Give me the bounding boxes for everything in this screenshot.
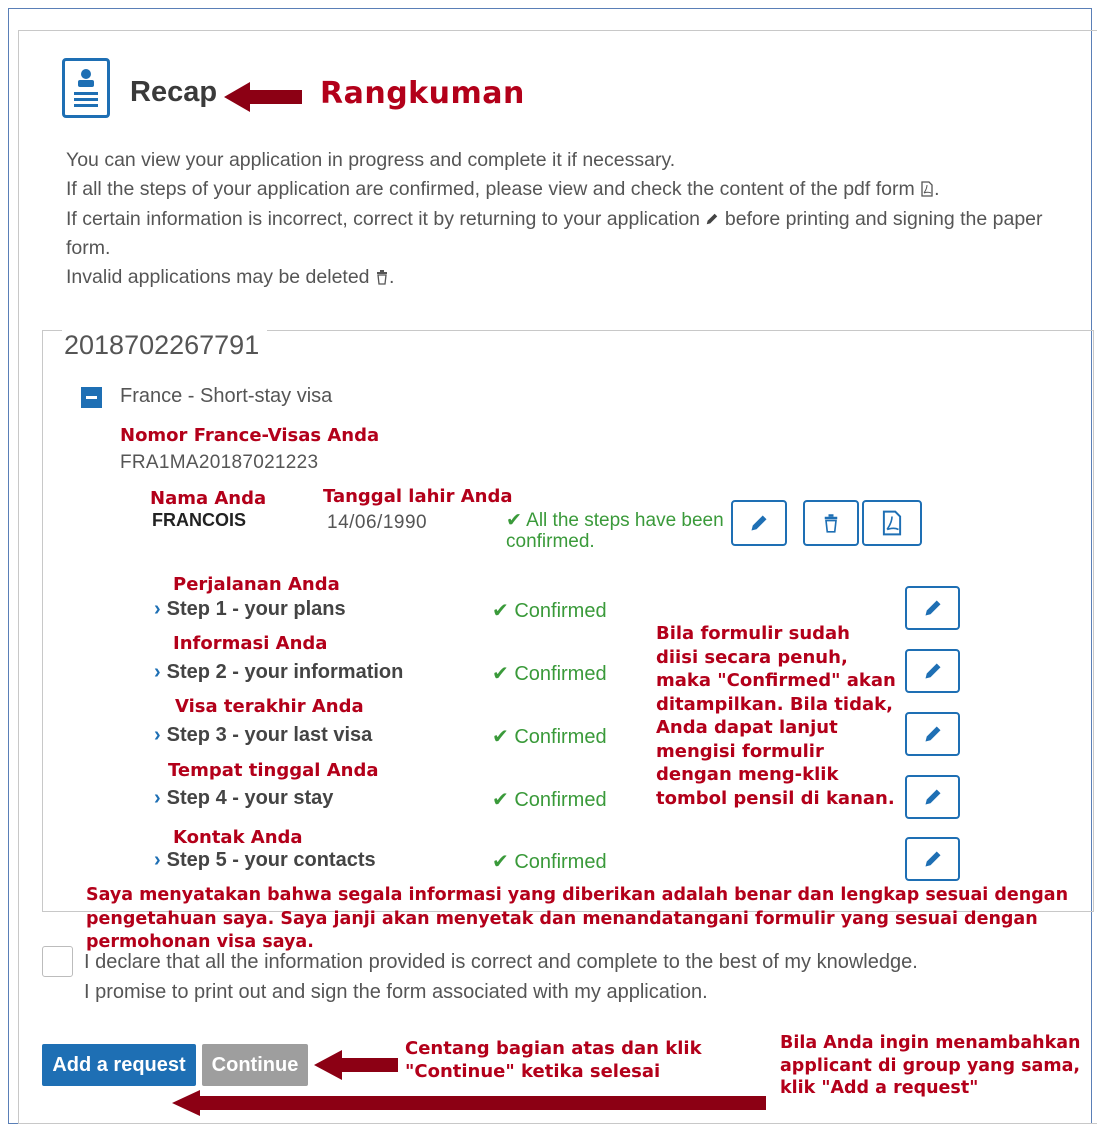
group-number: 2018702267791 — [62, 330, 268, 361]
intro-line: Invalid applications may be deleted . — [66, 266, 395, 289]
step-annotation: Tempat tinggal Anda — [168, 760, 379, 781]
pencil-icon — [751, 515, 767, 531]
delete-application-button[interactable] — [803, 500, 859, 546]
edit-step-1-button[interactable] — [905, 586, 960, 630]
step-status: ✔ Confirmed — [492, 726, 607, 748]
step-link[interactable]: › Step 2 - your information — [154, 661, 403, 684]
pencil-icon — [707, 213, 718, 224]
intro-line: If all the steps of your application are… — [66, 178, 940, 201]
chevron-right-icon: › — [154, 724, 161, 746]
intro-line: If certain information is incorrect, cor… — [66, 207, 1043, 259]
continue-button[interactable]: Continue — [202, 1044, 308, 1086]
chevron-right-icon: › — [154, 661, 161, 683]
add-request-button[interactable]: Add a request — [42, 1044, 196, 1086]
title-annotation: Rangkuman — [320, 76, 525, 111]
step-link[interactable]: › Step 5 - your contacts — [154, 849, 376, 872]
declaration-checkbox[interactable] — [42, 946, 73, 977]
step-status: ✔ Confirmed — [492, 600, 607, 622]
step-status: ✔ Confirmed — [492, 789, 607, 811]
trash-icon — [824, 514, 838, 533]
pencil-icon — [925, 726, 940, 742]
applicant-name: FRANCOIS — [152, 510, 246, 530]
edit-step-3-button[interactable] — [905, 712, 960, 756]
intro-text: You can view your application in progres… — [66, 146, 1076, 292]
chevron-right-icon: › — [154, 849, 161, 871]
pdf-icon — [882, 510, 902, 536]
check-icon: ✔ — [492, 789, 509, 811]
declaration-text: I declare that all the information provi… — [84, 951, 918, 1003]
applicant-dob: 14/06/1990 — [327, 512, 428, 533]
step-status: ✔ Confirmed — [492, 851, 607, 873]
pencil-icon — [925, 600, 940, 616]
page-title: Recap — [130, 76, 218, 108]
step-annotation: Kontak Anda — [173, 827, 303, 848]
check-icon: ✔ — [492, 851, 509, 873]
label-annotation: Nama Anda — [150, 488, 267, 509]
step-annotation: Perjalanan Anda — [173, 574, 340, 595]
arrow-left-annotation-icon — [314, 1050, 398, 1080]
visa-type: France - Short-stay visa — [120, 385, 333, 407]
step-link[interactable]: › Step 4 - your stay — [154, 787, 333, 810]
chevron-right-icon: › — [154, 787, 161, 809]
collapse-toggle[interactable] — [81, 387, 102, 408]
france-visas-number: FRA1MA20187021223 — [120, 452, 319, 473]
continue-annotation: Centang bagian atas dan klik "Continue" … — [405, 1038, 702, 1082]
recap-document-icon — [62, 58, 110, 118]
step-annotation: Visa terakhir Anda — [175, 696, 364, 717]
edit-application-button[interactable] — [731, 500, 787, 546]
chevron-right-icon: › — [154, 598, 161, 620]
edit-step-4-button[interactable] — [905, 775, 960, 819]
declaration-annotation: Saya menyatakan bahwa segala informasi y… — [86, 885, 1069, 952]
view-pdf-button[interactable] — [862, 500, 922, 546]
all-steps-status: ✔ All the steps have been confirmed. — [506, 510, 724, 552]
check-icon: ✔ — [506, 510, 522, 531]
edit-step-2-button[interactable] — [905, 649, 960, 693]
pencil-icon — [925, 663, 940, 679]
pencil-icon — [925, 851, 940, 867]
arrow-left-annotation-icon — [224, 82, 302, 112]
pencil-icon — [925, 789, 940, 805]
label-annotation: Tanggal lahir Anda — [323, 486, 513, 507]
arrow-left-annotation-icon — [172, 1090, 766, 1116]
confirmed-explanation-annotation: Bila formulir sudah diisi secara penuh, … — [656, 623, 896, 809]
trash-icon — [376, 270, 387, 285]
step-link[interactable]: › Step 1 - your plans — [154, 598, 346, 621]
add-request-annotation: Bila Anda ingin menambahkan applicant di… — [780, 1033, 1081, 1098]
check-icon: ✔ — [492, 663, 509, 685]
intro-line: You can view your application in progres… — [66, 149, 676, 171]
edit-step-5-button[interactable] — [905, 837, 960, 881]
pdf-icon — [921, 181, 933, 197]
step-link[interactable]: › Step 3 - your last visa — [154, 724, 372, 747]
check-icon: ✔ — [492, 600, 509, 622]
label-annotation: Nomor France-Visas Anda — [120, 425, 380, 446]
step-status: ✔ Confirmed — [492, 663, 607, 685]
check-icon: ✔ — [492, 726, 509, 748]
step-annotation: Informasi Anda — [173, 633, 328, 654]
